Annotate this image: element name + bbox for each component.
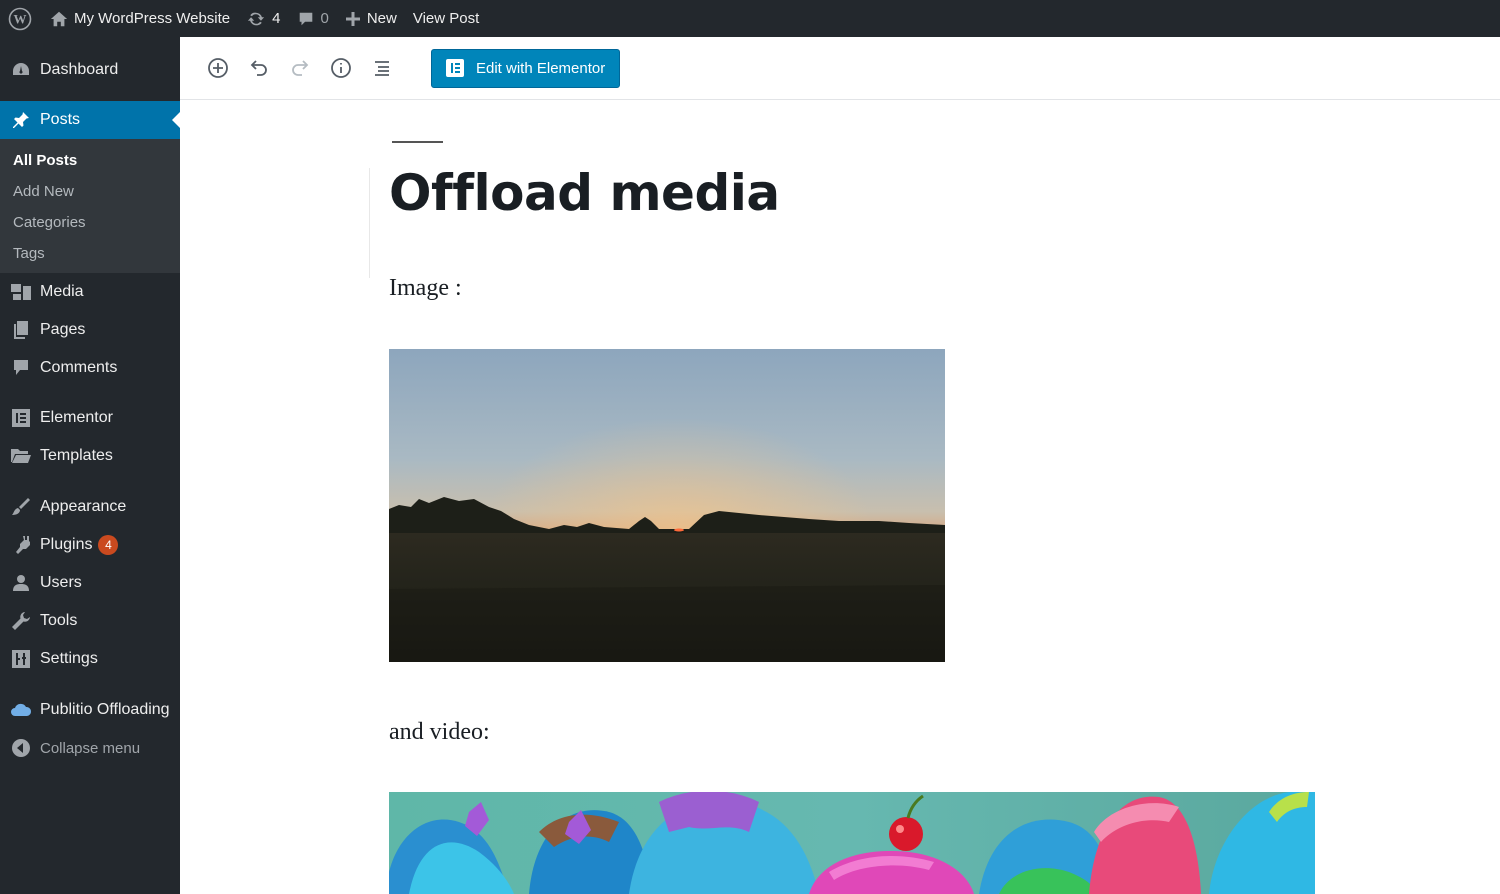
sidebar-item-label: Appearance — [40, 498, 127, 515]
site-name: My WordPress Website — [74, 10, 231, 27]
plugin-icon — [10, 534, 32, 556]
updates-count: 4 — [272, 10, 281, 27]
sidebar-item-tools[interactable]: Tools — [0, 602, 180, 640]
block-navigation-button[interactable] — [362, 48, 402, 88]
sidebar-item-label: Posts — [40, 111, 81, 128]
add-block-button[interactable] — [198, 48, 238, 88]
comments-link[interactable]: 0 — [289, 0, 337, 37]
title-separator — [392, 141, 443, 143]
paragraph-block-image[interactable]: Image : — [389, 275, 462, 302]
collapse-arrow-icon — [10, 737, 32, 759]
sidebar-item-label: Pages — [40, 321, 86, 338]
elementor-icon — [10, 407, 32, 429]
video-block[interactable] — [389, 792, 1315, 894]
submenu-categories[interactable]: Categories — [0, 207, 180, 238]
user-icon — [10, 572, 32, 594]
sidebar-item-label: Collapse menu — [40, 739, 141, 757]
sidebar-item-label: Media — [40, 283, 84, 300]
media-icon — [10, 281, 32, 303]
sidebar-item-label: Templates — [40, 447, 113, 464]
home-icon — [50, 11, 68, 26]
collapse-menu-button[interactable]: Collapse menu — [0, 729, 180, 767]
sidebar-item-dashboard[interactable]: Dashboard — [0, 51, 180, 89]
pages-icon — [10, 319, 32, 341]
elementor-icon — [446, 59, 464, 77]
view-post-label: View Post — [412, 10, 480, 27]
paintbrush-icon — [10, 496, 32, 518]
add-block-icon — [208, 58, 228, 78]
sidebar-item-publitio-offloading[interactable]: Publitio Offloading — [0, 691, 180, 729]
updates-link[interactable]: 4 — [238, 0, 288, 37]
posts-submenu: All Posts Add New Categories Tags — [0, 139, 180, 273]
sidebar-item-plugins[interactable]: Plugins 4 — [0, 526, 180, 564]
view-post-link[interactable]: View Post — [405, 0, 487, 37]
redo-icon — [292, 60, 309, 76]
folder-open-icon — [10, 445, 32, 467]
edit-with-elementor-label: Edit with Elementor — [476, 59, 606, 77]
sidebar-item-elementor[interactable]: Elementor — [0, 399, 180, 437]
sunset-field-image — [389, 349, 945, 662]
editor-toolbar: Edit with Elementor — [180, 37, 1500, 100]
comments-icon — [10, 357, 32, 379]
new-label: New — [366, 10, 397, 27]
undo-button[interactable] — [239, 48, 279, 88]
sidebar-item-posts[interactable]: Posts — [0, 101, 180, 139]
comment-bubble-icon — [299, 12, 312, 25]
settings-sliders-icon — [10, 648, 32, 670]
submenu-all-posts[interactable]: All Posts — [0, 145, 180, 176]
post-title[interactable]: Offload media — [389, 164, 780, 222]
sidebar-item-pages[interactable]: Pages — [0, 311, 180, 349]
plus-icon — [345, 11, 360, 26]
svg-text:W: W — [14, 11, 27, 26]
sidebar-item-comments[interactable]: Comments — [0, 349, 180, 387]
pushpin-icon — [10, 109, 32, 131]
wrench-icon — [10, 610, 32, 632]
admin-sidebar: Dashboard Posts All Posts Add New Catego… — [0, 37, 180, 894]
wordpress-logo-button[interactable]: W — [0, 0, 42, 37]
sidebar-item-media[interactable]: Media — [0, 273, 180, 311]
refresh-icon — [248, 12, 265, 25]
block-boundary — [369, 168, 370, 278]
redo-button[interactable] — [280, 48, 320, 88]
plugins-update-badge: 4 — [98, 535, 119, 555]
site-name-link[interactable]: My WordPress Website — [42, 0, 238, 37]
edit-with-elementor-button[interactable]: Edit with Elementor — [431, 48, 621, 88]
comments-count: 0 — [320, 10, 329, 27]
paragraph-block-video[interactable]: and video: — [389, 719, 490, 746]
sidebar-item-templates[interactable]: Templates — [0, 437, 180, 475]
sidebar-item-label: Users — [40, 574, 82, 591]
admin-bar: W My WordPress Website 4 0 New View Post — [0, 0, 1500, 37]
dashboard-icon — [10, 59, 32, 81]
sidebar-item-label: Tools — [40, 612, 78, 629]
list-outline-icon — [375, 61, 389, 76]
sidebar-item-label: Elementor — [40, 409, 113, 426]
submenu-tags[interactable]: Tags — [0, 238, 180, 269]
sidebar-item-users[interactable]: Users — [0, 564, 180, 602]
sidebar-item-label: Comments — [40, 359, 118, 376]
undo-icon — [250, 60, 267, 76]
content-info-button[interactable] — [321, 48, 361, 88]
editor-canvas: Offload media Image : and video: — [180, 100, 1500, 894]
new-content-link[interactable]: New — [337, 0, 405, 37]
sidebar-item-label: Dashboard — [40, 61, 119, 78]
sidebar-item-label: Plugins — [40, 536, 93, 553]
sidebar-item-appearance[interactable]: Appearance — [0, 488, 180, 526]
info-icon — [331, 58, 351, 78]
wordpress-icon: W — [8, 7, 32, 30]
cloud-icon — [10, 699, 32, 721]
image-block[interactable] — [389, 349, 945, 662]
submenu-add-new[interactable]: Add New — [0, 176, 180, 207]
candy-video-thumbnail — [389, 792, 1315, 894]
sidebar-item-label: Settings — [40, 650, 98, 667]
sidebar-item-settings[interactable]: Settings — [0, 640, 180, 678]
sidebar-item-label: Publitio Offloading — [40, 701, 170, 718]
